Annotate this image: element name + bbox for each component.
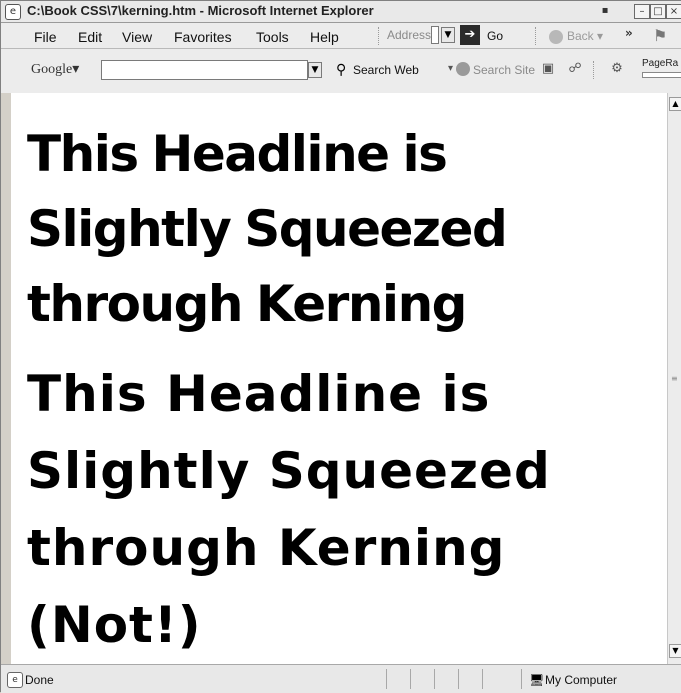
status-divider	[386, 669, 387, 689]
vertical-scrollbar[interactable]: ▲ ≡ ▼	[667, 93, 681, 664]
highlight-icon[interactable]: ☍	[567, 61, 583, 77]
search-history-dropdown[interactable]: ▼	[308, 62, 322, 78]
page-status-icon: e	[7, 672, 23, 688]
toolbar-divider	[535, 27, 538, 45]
menu-tools[interactable]: Tools	[256, 29, 289, 45]
normal-headline-line-2: Slightly Squeezed	[27, 442, 551, 500]
page-content: This Headline is Slightly Squeezed throu…	[11, 93, 667, 664]
minimize-button[interactable]: –	[634, 4, 650, 19]
maximize-button[interactable]: □	[650, 4, 666, 19]
toolbar-divider	[593, 61, 596, 79]
binoculars-icon: ⚲	[336, 62, 347, 78]
news-icon[interactable]: ▣	[540, 61, 556, 77]
search-site-icon	[456, 62, 470, 76]
scroll-grip-icon[interactable]: ≡	[671, 375, 679, 383]
security-zone-label: My Computer	[545, 673, 618, 687]
back-arrow-icon	[549, 29, 563, 44]
kerned-headline-line-2: Slightly Squeezed	[27, 200, 508, 258]
status-bar: e Done 🖥 My Computer	[1, 664, 681, 693]
search-site-button[interactable]: Search Site	[473, 63, 535, 77]
menu-help[interactable]: Help	[310, 29, 339, 45]
computer-zone-icon: 🖥	[529, 673, 545, 687]
back-button[interactable]: Back ▾	[549, 26, 609, 46]
pagerank-bar	[642, 72, 681, 78]
go-button[interactable]: Go	[487, 29, 503, 43]
pagerank-label: PageRa	[642, 58, 679, 69]
menu-edit[interactable]: Edit	[78, 29, 102, 45]
normal-headline-line-4: (Not!)	[27, 596, 202, 654]
ie-page-icon: e	[5, 4, 21, 20]
toolbar-overflow-chevron-icon[interactable]: »	[625, 26, 633, 40]
status-divider	[410, 669, 411, 689]
title-bar: e C:\Book CSS\7\kerning.htm - Microsoft …	[1, 1, 681, 23]
status-divider	[458, 669, 459, 689]
google-toolbar: Google▾ ▼ ⚲ Search Web ▾ Search Site ▣ ☍…	[1, 49, 681, 93]
menu-view[interactable]: View	[122, 29, 152, 45]
toolbar-divider	[378, 27, 381, 45]
browser-window: e C:\Book CSS\7\kerning.htm - Microsoft …	[0, 0, 681, 693]
status-text: Done	[25, 673, 54, 687]
menu-favorites[interactable]: Favorites	[174, 29, 232, 45]
menu-bar: File Edit View Favorites Tools Help Addr…	[1, 23, 681, 49]
kerned-headline-line-1: This Headline is	[27, 125, 448, 183]
address-input[interactable]	[431, 26, 439, 44]
back-label: Back	[567, 29, 594, 43]
window-title: C:\Book CSS\7\kerning.htm - Microsoft In…	[27, 3, 374, 18]
status-divider	[521, 669, 522, 689]
menu-file[interactable]: File	[34, 29, 57, 45]
status-divider	[434, 669, 435, 689]
close-button[interactable]: ×	[666, 4, 681, 19]
google-logo[interactable]: Google▾	[31, 61, 79, 78]
address-label: Address	[387, 28, 432, 42]
scroll-up-arrow-icon[interactable]: ▲	[669, 97, 681, 111]
go-arrow-icon[interactable]: ➔	[460, 25, 480, 45]
scroll-down-arrow-icon[interactable]: ▼	[669, 644, 681, 658]
popup-blocker-icon[interactable]: ⚙	[609, 61, 625, 77]
google-search-input[interactable]	[101, 60, 308, 80]
windows-logo-icon: ⚑	[653, 26, 668, 45]
kerned-headline-line-3: through Kerning	[27, 275, 467, 333]
address-dropdown-button[interactable]: ▼	[441, 27, 455, 43]
normal-headline-line-3: through Kerning	[27, 519, 506, 577]
search-web-dropdown-icon[interactable]: ▾	[448, 63, 453, 74]
status-divider	[482, 669, 483, 689]
normal-headline-line-1: This Headline is	[27, 365, 491, 423]
search-web-button[interactable]: Search Web	[353, 63, 419, 77]
extra-icon: ▪	[601, 5, 609, 16]
